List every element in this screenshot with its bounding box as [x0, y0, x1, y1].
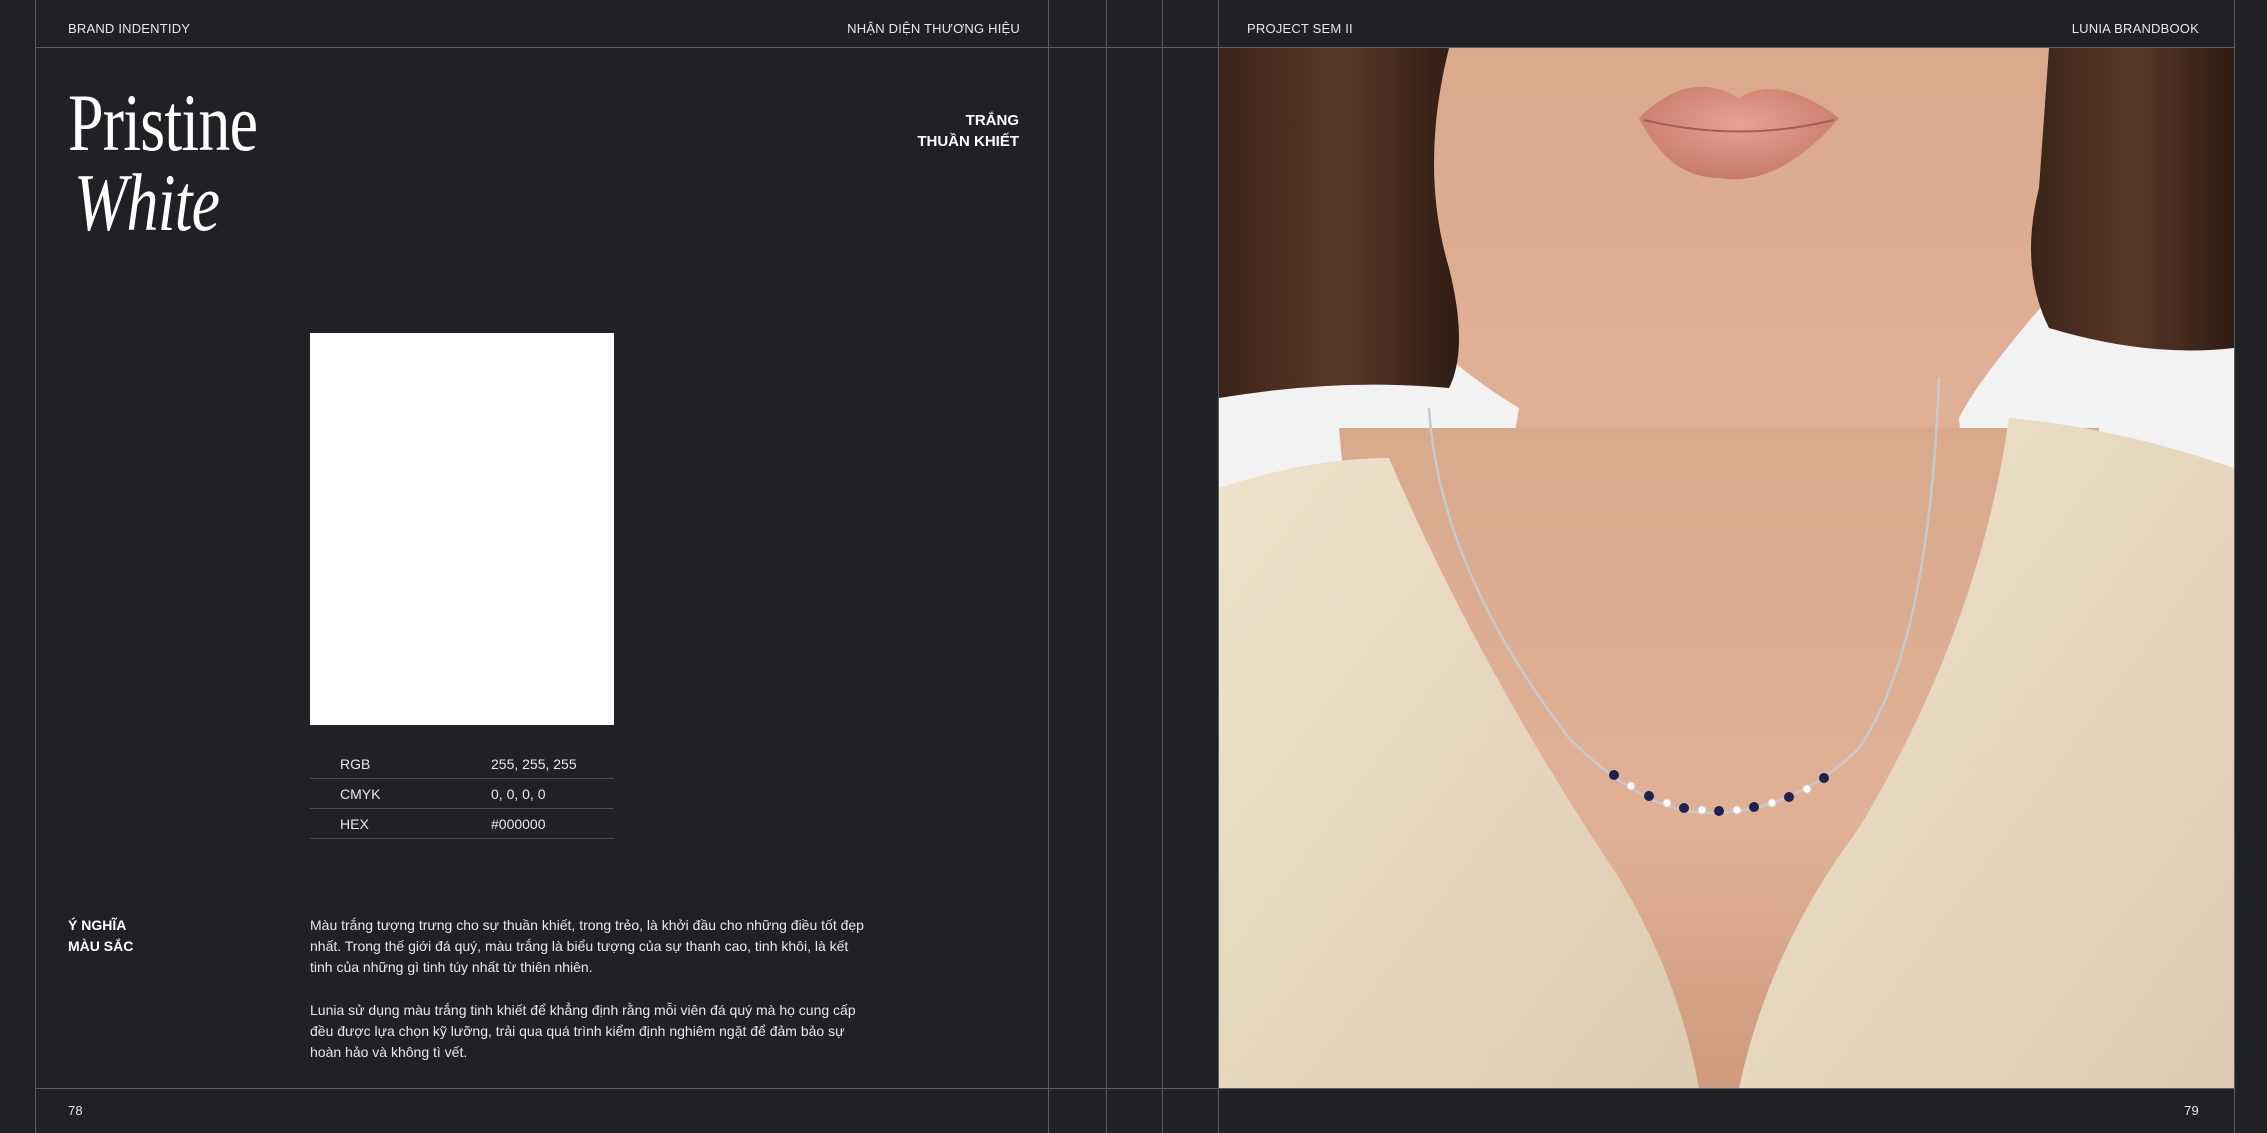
- page-number-left: 78: [68, 1103, 83, 1118]
- rule-vertical-page-edge: [1048, 0, 1049, 1133]
- meaning-label-line1: Ý NGHĨA: [68, 917, 127, 933]
- spec-label: HEX: [340, 816, 369, 832]
- page-number-right: 79: [2184, 1103, 2199, 1118]
- meaning-paragraph-2: Lunia sử dụng màu trắng tinh khiết để kh…: [310, 1002, 856, 1060]
- spec-row-cmyk: CMYK 0, 0, 0, 0: [310, 778, 614, 809]
- header-project-sem: PROJECT SEM II: [1247, 21, 1353, 36]
- header-nhan-dien: NHẬN DIỆN THƯƠNG HIỆU: [847, 21, 1020, 36]
- rule-vertical-gutter-1: [1106, 0, 1107, 1133]
- spec-value: 0, 0, 0, 0: [491, 786, 546, 802]
- spec-row-hex: HEX #000000: [310, 808, 614, 839]
- spec-value: #000000: [491, 816, 546, 832]
- meaning-label: Ý NGHĨA MÀU SẮC: [68, 915, 133, 957]
- meaning-paragraph-1: Màu trắng tượng trưng cho sự thuần khiết…: [310, 917, 864, 975]
- model-necklace-photo: [1219, 48, 2234, 1088]
- color-name-vn: TRẮNG THUẦN KHIẾT: [917, 110, 1019, 152]
- spec-label: CMYK: [340, 786, 381, 802]
- spec-row-rgb: RGB 255, 255, 255: [310, 748, 614, 779]
- rule-vertical-right-edge: [2234, 0, 2235, 1133]
- rule-vertical-gutter-2: [1162, 0, 1163, 1133]
- rule-vertical-left-margin: [35, 0, 36, 1133]
- rule-horizontal-bottom: [35, 1088, 2234, 1089]
- header-brand-identity: BRAND INDENTIDY: [68, 21, 191, 36]
- color-name-line2: THUẦN KHIẾT: [917, 133, 1019, 150]
- spec-value: 255, 255, 255: [491, 756, 577, 772]
- meaning-label-line2: MÀU SẮC: [68, 938, 134, 954]
- color-name-line1: TRẮNG: [965, 112, 1019, 129]
- page-title-line2: White: [74, 157, 220, 248]
- color-swatch: [310, 333, 614, 725]
- page-title-line1: Pristine: [68, 77, 258, 168]
- spec-label: RGB: [340, 756, 371, 772]
- header-lunia-brandbook: LUNIA BRANDBOOK: [2071, 21, 2199, 36]
